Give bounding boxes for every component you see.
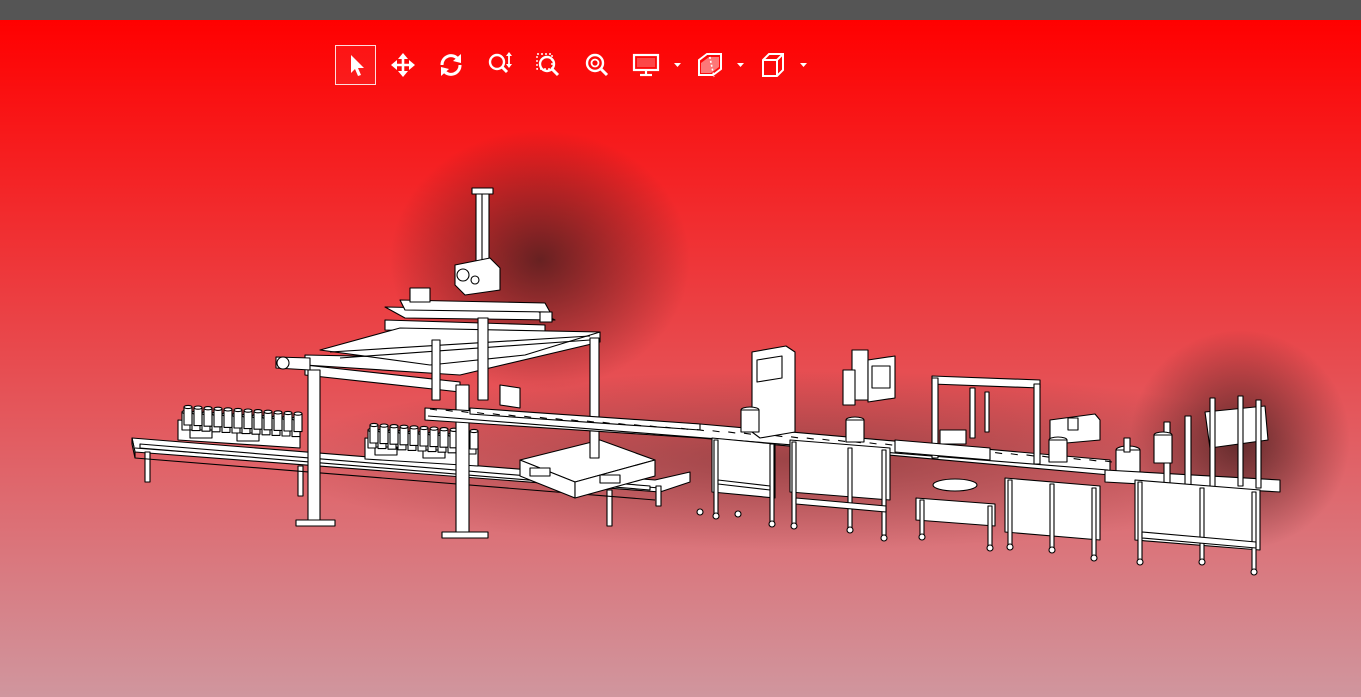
can bbox=[469, 428, 479, 450]
can bbox=[429, 426, 439, 448]
can bbox=[253, 409, 263, 430]
can bbox=[273, 410, 283, 431]
can bbox=[409, 425, 419, 446]
can bbox=[263, 409, 273, 431]
can bbox=[223, 407, 233, 428]
can bbox=[213, 406, 223, 428]
zoom-window-icon bbox=[536, 53, 560, 77]
view-orientation-icon bbox=[762, 53, 784, 77]
chevron-down-icon[interactable] bbox=[674, 61, 681, 68]
zoom-tool-button[interactable] bbox=[480, 45, 520, 85]
zoom-icon bbox=[488, 52, 512, 74]
chevron-down-icon[interactable] bbox=[800, 61, 807, 68]
viewport-background bbox=[0, 20, 1361, 697]
view-orientation-button[interactable] bbox=[755, 45, 791, 85]
chevron-down-icon[interactable] bbox=[737, 61, 744, 68]
pan-tool-button[interactable] bbox=[383, 45, 423, 85]
select-arrow-icon bbox=[350, 55, 364, 76]
can bbox=[439, 427, 449, 448]
rotate-icon bbox=[440, 54, 462, 76]
display-mode-button[interactable] bbox=[628, 45, 664, 85]
can bbox=[379, 423, 389, 445]
can bbox=[193, 405, 203, 427]
can bbox=[389, 424, 399, 445]
can bbox=[419, 425, 429, 447]
display-mode-icon bbox=[632, 53, 660, 77]
can bbox=[203, 406, 213, 427]
can bbox=[243, 408, 253, 430]
assembly-model[interactable] bbox=[0, 20, 1361, 697]
can bbox=[369, 422, 379, 444]
can bbox=[233, 407, 243, 429]
3d-viewport[interactable] bbox=[0, 20, 1361, 697]
section-view-button[interactable] bbox=[692, 45, 728, 85]
zoom-window-button[interactable] bbox=[528, 45, 568, 85]
can bbox=[293, 411, 303, 433]
can bbox=[283, 410, 293, 432]
zoom-fit-icon bbox=[585, 53, 609, 77]
window-titlebar bbox=[0, 0, 1361, 20]
section-view-icon bbox=[698, 52, 722, 78]
can bbox=[183, 404, 193, 426]
zoom-fit-button[interactable] bbox=[577, 45, 617, 85]
select-tool-button[interactable] bbox=[335, 45, 376, 85]
can bbox=[399, 424, 409, 446]
pan-move-icon bbox=[391, 53, 415, 77]
rotate-tool-button[interactable] bbox=[431, 45, 471, 85]
